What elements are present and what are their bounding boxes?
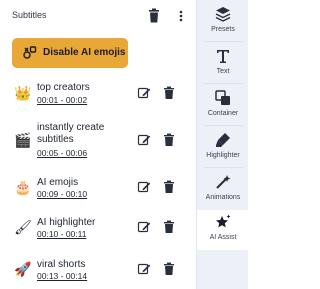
more-options-icon[interactable]	[176, 8, 186, 24]
sidebar-item-ai-assist[interactable]: AI Assist	[197, 210, 249, 250]
item-emoji: 🚀	[14, 262, 32, 278]
presets-icon	[215, 7, 231, 22]
pencil-icon[interactable]	[137, 86, 151, 100]
item-name: AI emojis	[37, 177, 79, 188]
item-name: top creators	[37, 82, 90, 93]
tools-sidebar: Presets Text Container Highlighter Anima…	[196, 0, 249, 289]
trash-icon[interactable]	[162, 133, 176, 147]
item-time[interactable]: 00:09 - 00:10	[37, 189, 87, 199]
sidebar-label-presets: Presets	[211, 26, 235, 33]
subtitles-panel: Subtitles Disable AI emojis 👑 top creato…	[0, 0, 196, 289]
item-time[interactable]: 00:10 - 00:11	[37, 229, 86, 239]
text-icon	[217, 50, 229, 63]
item-name: viral shorts	[37, 259, 86, 270]
highlighter-icon	[216, 133, 230, 147]
item-emoji: 👑	[14, 86, 32, 102]
sidebar-divider	[203, 125, 243, 126]
item-emoji: 🎬	[14, 133, 32, 149]
delete-all-icon[interactable]	[147, 8, 161, 24]
sidebar-item-text[interactable]: Text	[197, 44, 249, 84]
sidebar-item-highlighter[interactable]: Highlighter	[197, 128, 249, 168]
ai-assist-icon	[216, 214, 231, 228]
sidebar-item-container[interactable]: Container	[197, 86, 249, 126]
sidebar-label-animations: Animations	[205, 194, 241, 201]
sidebar-label-text: Text	[216, 68, 230, 75]
panel-header: Subtitles	[0, 0, 196, 32]
trash-icon[interactable]	[162, 180, 176, 194]
pencil-icon[interactable]	[137, 180, 151, 194]
sidebar-divider	[203, 167, 243, 168]
container-icon	[215, 90, 230, 105]
emoji-toggle-icon	[23, 46, 37, 59]
item-name: instantly create subtitles	[37, 122, 105, 145]
disable-ai-emojis-label: Disable AI emojis	[43, 47, 126, 58]
item-time[interactable]: 00:01 - 00:02	[37, 95, 87, 105]
disable-ai-emojis-button[interactable]: Disable AI emojis	[12, 38, 128, 68]
sidebar-label-container: Container	[207, 110, 239, 117]
sidebar-divider	[203, 83, 243, 84]
pencil-icon[interactable]	[137, 262, 151, 276]
item-name: AI highlighter	[37, 217, 96, 228]
item-time[interactable]: 00:05 - 00:06	[37, 148, 87, 158]
item-time[interactable]: 00:13 - 00:14	[37, 271, 87, 281]
item-emoji: 🖌	[14, 220, 32, 236]
sidebar-item-animations[interactable]: Animations	[197, 170, 249, 210]
trash-icon[interactable]	[162, 220, 176, 234]
sidebar-label-ai-assist: AI Assist	[209, 234, 237, 241]
trash-icon[interactable]	[162, 86, 176, 100]
animations-icon	[216, 175, 231, 189]
sidebar-item-presets[interactable]: Presets	[197, 2, 249, 42]
sidebar-divider	[203, 41, 243, 42]
pencil-icon[interactable]	[137, 133, 151, 147]
sidebar-label-highlighter: Highlighter	[206, 152, 240, 159]
pencil-icon[interactable]	[137, 220, 151, 234]
panel-title: Subtitles	[12, 10, 47, 20]
trash-icon[interactable]	[162, 262, 176, 276]
item-emoji: 🎂	[14, 180, 32, 196]
